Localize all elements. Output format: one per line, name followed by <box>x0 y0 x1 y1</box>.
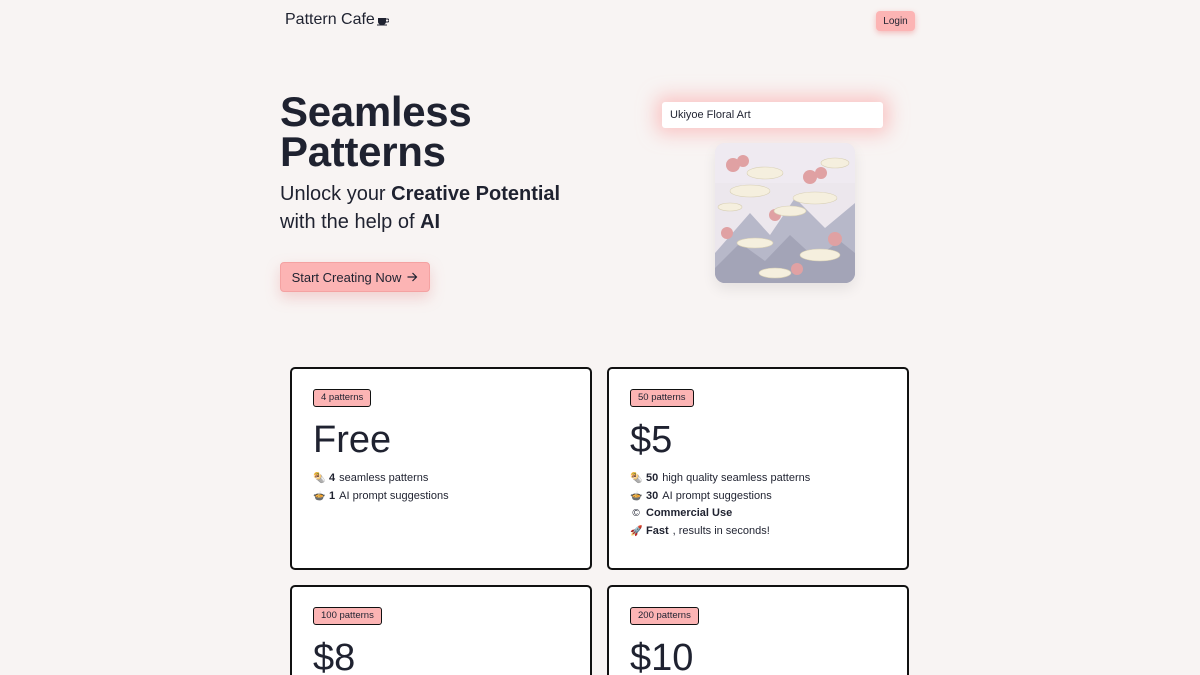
pricing-card-8[interactable]: 100 patterns $8 <box>290 585 592 675</box>
logo[interactable]: Pattern Cafe <box>285 11 389 29</box>
arrow-right-icon <box>407 272 418 282</box>
hero-sub-bold-2: AI <box>420 211 441 233</box>
hero-title-line2: Patterns <box>280 128 446 175</box>
feature-text: high quality seamless patterns <box>662 472 811 484</box>
feature-bold: 4 <box>329 472 336 484</box>
rocket-icon: 🚀 <box>630 525 643 537</box>
feature-item: 🌯 50 high quality seamless patterns <box>630 470 810 488</box>
plan-badge: 4 patterns <box>313 389 372 407</box>
pot-of-food-icon: 🍲 <box>630 490 643 502</box>
feature-item: 🍲 30 AI prompt suggestions <box>630 488 810 506</box>
plan-badge: 200 patterns <box>630 607 699 625</box>
hero-subtitle: Unlock your Creative Potential with the … <box>280 180 560 236</box>
login-button[interactable]: Login <box>876 11 915 31</box>
feature-bold: Commercial Use <box>646 507 733 519</box>
hero-sub-bold-1: Creative Potential <box>391 183 561 205</box>
feature-bold: 1 <box>329 489 336 502</box>
feature-bold: 30 <box>646 489 659 502</box>
feature-list: 🌯 4 seamless patterns 🍲 1 AI prompt sugg… <box>313 470 449 505</box>
hero-title: Seamless Patterns <box>280 91 472 175</box>
feature-text: AI prompt suggestions <box>339 489 449 502</box>
feature-text: , results in seconds! <box>672 524 770 537</box>
hero-sub-prefix-1: Unlock your <box>280 183 392 205</box>
start-creating-button[interactable]: Start Creating Now <box>280 262 430 292</box>
feature-bold: 50 <box>646 472 659 484</box>
pricing-card-10[interactable]: 200 patterns $10 <box>607 585 909 675</box>
plan-badge: 50 patterns <box>630 389 694 407</box>
copyright-icon: © <box>632 508 640 519</box>
hero-sub-prefix-2: with the help of <box>280 211 421 233</box>
feature-bold: Fast <box>646 524 669 537</box>
start-creating-label: Start Creating Now <box>291 269 402 285</box>
coffee-cup-icon <box>376 17 389 25</box>
page: Pattern Cafe Login Seamless Patterns Unl… <box>0 0 1200 675</box>
feature-list: 🌯 50 high quality seamless patterns 🍲 30… <box>630 470 810 540</box>
pattern-preview-image <box>715 143 855 283</box>
feature-item: © Commercial Use <box>630 505 810 523</box>
burrito-icon: 🌯 <box>630 473 643 484</box>
plan-badge: 100 patterns <box>313 607 382 625</box>
plan-price: $10 <box>630 637 694 675</box>
plan-price: $8 <box>313 637 356 675</box>
plan-price: Free <box>313 419 392 461</box>
pricing-card-5[interactable]: 50 patterns $5 🌯 50 high quality seamles… <box>607 367 909 570</box>
feature-text: AI prompt suggestions <box>662 489 772 502</box>
feature-item: 🚀 Fast, results in seconds! <box>630 523 810 541</box>
feature-item: 🌯 4 seamless patterns <box>313 470 449 488</box>
feature-text: seamless patterns <box>339 472 429 484</box>
feature-item: 🍲 1 AI prompt suggestions <box>313 488 449 506</box>
logo-text: Pattern Cafe <box>285 11 375 28</box>
pricing-card-free[interactable]: 4 patterns Free 🌯 4 seamless patterns 🍲 … <box>290 367 592 570</box>
pot-of-food-icon: 🍲 <box>313 490 326 502</box>
plan-price: $5 <box>630 419 673 461</box>
prompt-input[interactable] <box>662 102 883 128</box>
burrito-icon: 🌯 <box>313 473 326 484</box>
